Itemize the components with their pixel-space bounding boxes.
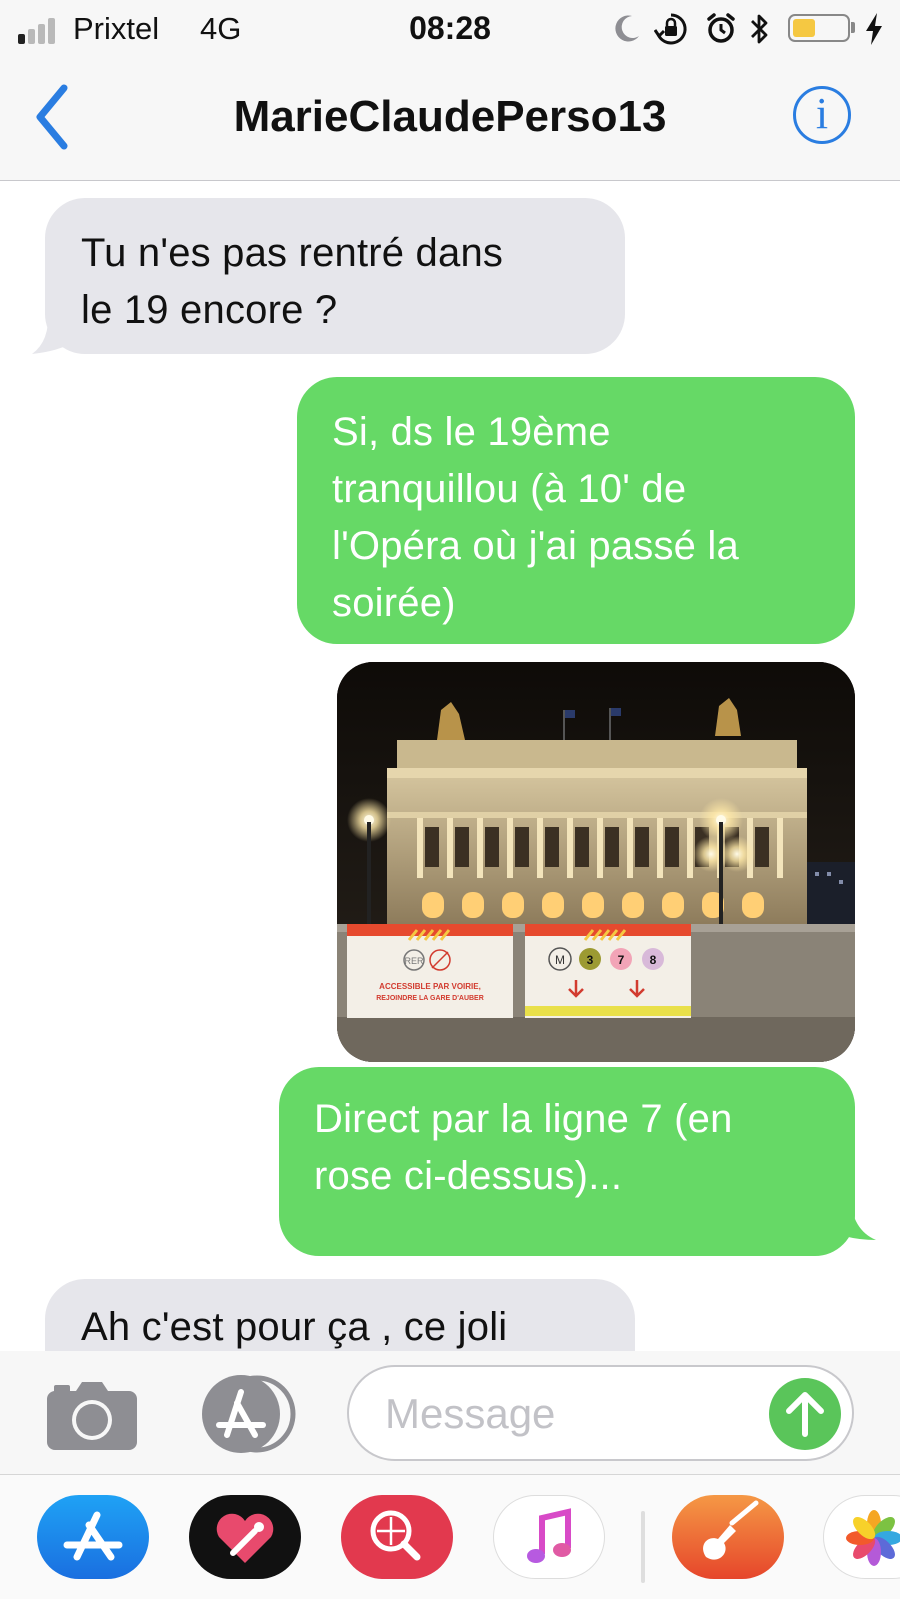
alarm-icon (707, 13, 735, 43)
sign-left-line: ACCESSIBLE PAR VOIRIE, (379, 982, 481, 991)
digital-touch-icon[interactable] (189, 1495, 301, 1579)
moon-icon (615, 15, 639, 42)
drawer-separator (641, 1511, 645, 1583)
bluetooth-icon (751, 14, 768, 44)
received-message[interactable]: Ah c'est pour ça , ce joli (45, 1279, 635, 1351)
conversation-header: MarieClaudePerso13 i (0, 58, 900, 181)
sent-message[interactable]: Direct par la ligne 7 (en rose ci-dessus… (279, 1067, 855, 1256)
status-bar: Prixtel 4G 08:28 (0, 0, 900, 58)
message-line: Si, ds le 19ème (332, 410, 611, 454)
sign-rer-badge: RER (404, 956, 424, 966)
garageband-icon[interactable] (672, 1495, 784, 1579)
sign-line-7: 7 (618, 953, 625, 967)
received-message[interactable]: Tu n'es pas rentré dans le 19 encore ? (45, 198, 625, 354)
sign-metro-badge: M (555, 953, 565, 967)
message-line: Direct par la ligne 7 (en (314, 1097, 733, 1141)
message-line: Tu n'es pas rentré dans (81, 231, 504, 275)
sent-message[interactable]: Si, ds le 19ème tranquillou (à 10' de l'… (297, 377, 855, 644)
camera-icon[interactable] (46, 1381, 138, 1451)
charging-icon (866, 13, 882, 45)
music-icon[interactable] (493, 1495, 605, 1579)
message-line: Ah c'est pour ça , ce joli (81, 1305, 508, 1349)
message-line: tranquillou (à 10' de (332, 467, 687, 511)
sign-line-8: 8 (650, 953, 657, 967)
compose-bar (0, 1351, 900, 1474)
message-line: le 19 encore ? (81, 288, 338, 332)
info-icon: i (815, 89, 829, 138)
message-line: l'Opéra où j'ai passé la (332, 524, 739, 568)
send-button[interactable] (769, 1378, 841, 1450)
app-store-icon[interactable] (37, 1495, 149, 1579)
imessage-app-drawer (0, 1474, 900, 1599)
photos-icon[interactable] (823, 1495, 900, 1579)
orientation-lock-icon (654, 13, 687, 45)
message-input[interactable] (383, 1383, 747, 1445)
opera-photo-image: RER ACCESSIBLE PAR VOIRIE, REJOINDRE LA … (337, 662, 855, 1062)
sign-line-3: 3 (587, 953, 594, 967)
app-store-button-icon[interactable] (197, 1375, 299, 1453)
message-line: rose ci-dessus)... (314, 1154, 623, 1198)
arrow-up-icon (786, 1392, 824, 1437)
web-images-icon[interactable] (341, 1495, 453, 1579)
battery-icon (788, 14, 850, 42)
message-thread[interactable]: Tu n'es pas rentré dans le 19 encore ? S… (0, 181, 900, 1351)
sign-left-line: REJOINDRE LA GARE D'AUBER (376, 995, 484, 1002)
message-field[interactable] (347, 1365, 854, 1461)
contact-name[interactable]: MarieClaudePerso13 (0, 92, 900, 142)
message-line: soirée) (332, 581, 456, 625)
sent-photo-opera[interactable]: RER ACCESSIBLE PAR VOIRIE, REJOINDRE LA … (337, 662, 855, 1062)
info-button[interactable]: i (793, 86, 851, 144)
